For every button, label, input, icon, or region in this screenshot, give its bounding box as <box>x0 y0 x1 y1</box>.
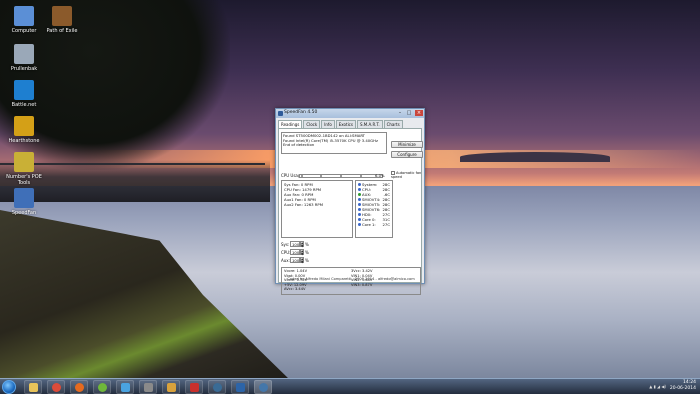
film-icon <box>144 383 153 392</box>
firefox-icon <box>75 383 84 392</box>
close-window-button[interactable]: × <box>415 110 423 116</box>
taskbar-utorrent[interactable] <box>93 380 111 394</box>
window-title: SpeedFan 4.50 <box>284 110 318 115</box>
chrome-icon <box>52 383 61 392</box>
temperatures-list: System: 28C CPU: 28C AUX: -6C SMIOVT4: 28C S… <box>355 180 393 238</box>
taskbar-firefox[interactable] <box>70 380 88 394</box>
voltages-list: Vcore: 1.04V Vbat: 0.00V Vcore: 0.70V +5… <box>281 267 421 295</box>
thermometer-icon <box>358 223 361 226</box>
taskbar-media-player[interactable] <box>139 380 157 394</box>
automatic-fan-speed-checkbox[interactable]: Automatic fan speed <box>391 171 425 179</box>
readings-panel: Found ST500DM002-1BD142 on ALI:SMART Fou… <box>278 128 425 295</box>
path-of-exile-icon <box>52 6 72 26</box>
tab-exotics[interactable]: Exotics <box>335 120 356 128</box>
spinner-icon[interactable]: ▲ ▼ <box>300 249 304 255</box>
start-button[interactable] <box>2 380 16 394</box>
taskbar-speedfan[interactable] <box>254 380 272 394</box>
desktop-icon-battlenet[interactable]: Battle.net <box>0 80 48 108</box>
distant-island <box>460 152 610 162</box>
app-icon <box>278 111 283 116</box>
speedfan-window[interactable]: SpeedFan 4.50 – □ × Readings Clock Info … <box>275 108 425 295</box>
poe-tools-icon <box>14 152 34 172</box>
hearthstone-icon <box>14 116 34 136</box>
thermometer-icon <box>358 198 361 201</box>
taskbar-winamp[interactable] <box>116 380 134 394</box>
computer-icon <box>14 6 34 26</box>
desktop-icon-speedfan[interactable]: SpeedFan <box>0 188 48 216</box>
sys-speed-input[interactable]: 100 <box>290 241 300 247</box>
maximize-window-button[interactable]: □ <box>405 110 413 116</box>
check-icon <box>358 193 361 196</box>
tab-charts[interactable]: Charts <box>383 120 403 128</box>
fan-speeds-list: Sys Fan: 0 RPM CPU Fan: 1479 RPM Aux Fan… <box>281 180 353 238</box>
cpu-usage-value: 6.0% <box>375 173 385 178</box>
system-tray-icons[interactable]: ▲ ▮ ◢ ◀) <box>649 384 666 389</box>
thermometer-icon <box>358 183 361 186</box>
app-icon <box>190 383 199 392</box>
voltages-right: 3Vcc: 3.42V VIN1: 0.04V VIN2: 1.68V VIN3… <box>351 269 373 287</box>
spinner-icon[interactable]: ▲ ▼ <box>300 241 304 247</box>
paint-icon <box>167 383 176 392</box>
speedfan-icon <box>14 188 34 208</box>
lightning-icon <box>121 383 130 392</box>
minimize-button[interactable]: Minimize <box>391 141 423 148</box>
tab-info[interactable]: Info <box>321 120 335 128</box>
thermometer-icon <box>358 213 361 216</box>
thermometer-icon <box>358 218 361 221</box>
thermometer-icon <box>358 203 361 206</box>
clock[interactable]: 14:24 20-06-2014 <box>670 380 696 392</box>
cpu-usage-bar <box>299 174 383 178</box>
steam-icon <box>213 383 222 392</box>
desktop-icon-prullenbak[interactable]: Prullenbak <box>0 44 48 72</box>
configure-button[interactable]: Configure <box>391 151 423 158</box>
cpu-speed-input[interactable]: 100 <box>290 249 300 255</box>
detection-log[interactable]: Found ST500DM002-1BD142 on ALI:SMART Fou… <box>281 132 387 154</box>
minimize-window-button[interactable]: – <box>396 110 404 116</box>
recycle-bin-icon <box>14 44 34 64</box>
fan-speed-controls: Sys: 100 ▲ ▼ % CPU: 100 ▲ ▼ % Aux: 100 ▲ ▼ … <box>281 240 309 264</box>
fan-icon <box>259 383 268 392</box>
battlenet-icon <box>14 80 34 100</box>
tab-clock[interactable]: Clock <box>303 120 321 128</box>
folder-icon <box>29 383 38 392</box>
tab-smart[interactable]: S.M.A.R.T. <box>356 120 383 128</box>
taskbar-photoshop[interactable] <box>231 380 249 394</box>
tab-readings[interactable]: Readings <box>278 120 303 128</box>
taskbar: ▲ ▮ ◢ ◀) 14:24 20-06-2014 <box>0 378 700 394</box>
utorrent-icon <box>98 383 107 392</box>
photoshop-icon <box>236 383 245 392</box>
tab-bar: Readings Clock Info Exotics S.M.A.R.T. C… <box>278 120 422 128</box>
thermometer-icon <box>358 188 361 191</box>
thermometer-icon <box>358 208 361 211</box>
taskbar-chrome[interactable] <box>47 380 65 394</box>
spinner-icon[interactable]: ▲ ▼ <box>300 257 304 263</box>
voltages-left: Vcore: 1.04V Vbat: 0.00V Vcore: 0.70V +5… <box>284 269 308 292</box>
credits-footer: Coded by Alfredo Milani Comparetti - 200… <box>287 277 415 281</box>
window-titlebar[interactable]: SpeedFan 4.50 – □ × <box>276 109 424 118</box>
taskbar-explorer[interactable] <box>24 380 42 394</box>
desktop-icon-path-of-exile[interactable]: Path of Exile <box>38 6 86 34</box>
speed-control-aux: Aux: 100 ▲ ▼ % <box>281 257 309 264</box>
taskbar-app-red[interactable] <box>185 380 203 394</box>
speed-control-cpu: CPU: 100 ▲ ▼ % <box>281 249 309 256</box>
taskbar-steam[interactable] <box>208 380 226 394</box>
taskbar-paint[interactable] <box>162 380 180 394</box>
aux-speed-input[interactable]: 100 <box>290 257 300 263</box>
desktop-icon-hearthstone[interactable]: Hearthstone <box>0 116 48 144</box>
speed-control-sys: Sys: 100 ▲ ▼ % <box>281 241 309 248</box>
desktop-icon-numbers-poe-tools[interactable]: Number's POE Tools <box>0 152 48 186</box>
temp-row: Core 1: 27C <box>358 222 390 227</box>
